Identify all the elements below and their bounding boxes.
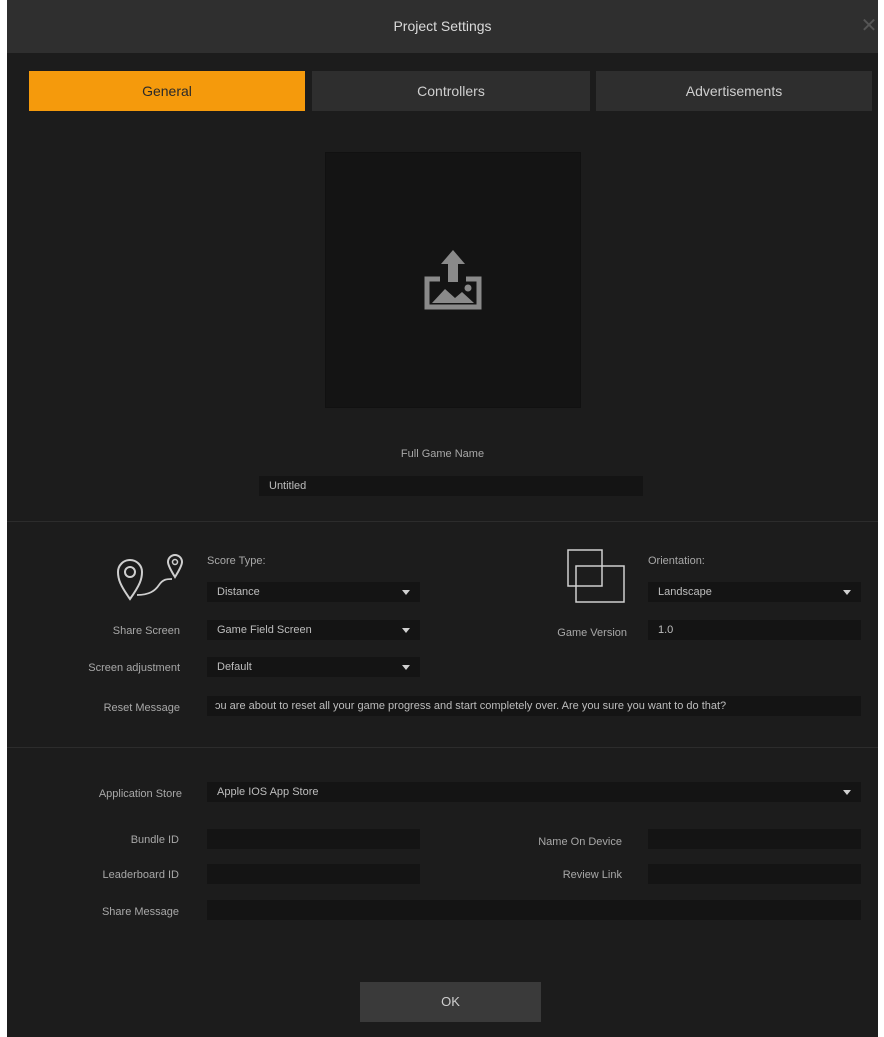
review-link-label: Review Link xyxy=(562,869,622,881)
title-bar: Project Settings ✕ xyxy=(7,0,878,53)
reset-message-input[interactable]: ɔu are about to reset all your game prog… xyxy=(207,696,861,716)
name-on-device-input[interactable] xyxy=(648,829,861,849)
score-type-label: Score Type: xyxy=(207,555,266,567)
bundle-id-input[interactable] xyxy=(207,829,420,849)
section-divider xyxy=(7,747,878,748)
share-screen-dropdown[interactable]: Game Field Screen xyxy=(207,620,420,640)
full-game-name-label: Full Game Name xyxy=(400,448,485,460)
orientation-label: Orientation: xyxy=(648,555,705,567)
tab-controllers[interactable]: Controllers xyxy=(312,71,590,111)
full-game-name-input[interactable]: Untitled xyxy=(259,476,643,496)
tab-advertisements[interactable]: Advertisements xyxy=(596,71,872,111)
game-image-dropzone[interactable] xyxy=(325,152,581,408)
bundle-id-label: Bundle ID xyxy=(130,834,179,846)
game-version-label: Game Version xyxy=(557,627,627,639)
reset-message-label: Reset Message xyxy=(103,702,180,714)
share-message-input[interactable] xyxy=(207,900,861,920)
close-icon[interactable]: ✕ xyxy=(860,14,878,38)
orientation-icon xyxy=(567,549,625,603)
leaderboard-id-input[interactable] xyxy=(207,864,420,884)
location-route-icon xyxy=(116,554,184,601)
orientation-dropdown[interactable]: Landscape xyxy=(648,582,861,602)
name-on-device-label: Name On Device xyxy=(538,836,622,848)
score-type-dropdown[interactable]: Distance xyxy=(207,582,420,602)
application-store-dropdown[interactable]: Apple IOS App Store xyxy=(207,782,861,802)
review-link-input[interactable] xyxy=(648,864,861,884)
ok-button[interactable]: OK xyxy=(360,982,541,1022)
tab-general[interactable]: General xyxy=(29,71,305,111)
game-version-input[interactable]: 1.0 xyxy=(648,620,861,640)
screen-adjustment-dropdown[interactable]: Default xyxy=(207,657,420,677)
section-divider xyxy=(7,521,878,522)
share-message-label: Share Message xyxy=(101,906,179,918)
screen-adjustment-label: Screen adjustment xyxy=(88,662,180,674)
dialog-title: Project Settings xyxy=(393,18,492,34)
project-settings-dialog: Project Settings ✕ General Controllers A… xyxy=(7,0,878,1037)
application-store-label: Application Store xyxy=(98,788,182,800)
image-upload-icon xyxy=(424,250,482,310)
share-screen-label: Share Screen xyxy=(112,625,180,637)
leaderboard-id-label: Leaderboard ID xyxy=(102,869,179,881)
